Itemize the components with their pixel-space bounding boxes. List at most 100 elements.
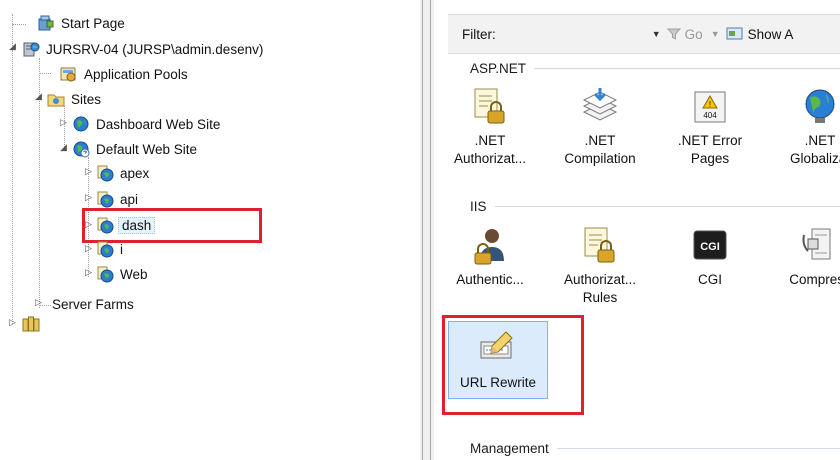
tree-connector: [12, 24, 26, 25]
feature-label: .NET: [474, 133, 506, 148]
group-header-iis: IIS: [470, 199, 840, 214]
cgi-icon: CGI: [690, 225, 730, 265]
tree-node-label: Server Farms: [52, 296, 134, 312]
feature-net-error-pages[interactable]: ! 404 .NET Error Pages: [660, 86, 760, 168]
filter-dropdown-arrow[interactable]: ▼: [652, 29, 661, 39]
filter-toolbar: Filter: ▼ Go ▼ Show A: [448, 14, 840, 54]
group-divider: [494, 206, 840, 207]
feature-label: .NET: [804, 133, 836, 148]
feature-label: Compress: [789, 272, 840, 287]
web-app-icon: [96, 190, 114, 208]
app-pools-icon: [60, 65, 78, 83]
show-all-icon: [726, 27, 744, 41]
feature-label: Globalizat: [789, 151, 840, 166]
user-lock-icon: [470, 225, 510, 265]
tree-node-sites[interactable]: Sites: [47, 88, 103, 110]
feature-label: CGI: [697, 272, 722, 287]
tree-node-dashboard-web-site[interactable]: Dashboard Web Site: [72, 113, 222, 135]
feature-label: Rules: [582, 290, 618, 305]
feature-authorization-rules[interactable]: Authorizat... Rules: [550, 225, 650, 307]
server-icon: [22, 40, 40, 58]
tree-node-api[interactable]: api: [96, 188, 140, 210]
connections-tree-pane: ◢ ◢ ▷ ◢ ▷ ▷ ▷ ▷ ▷ ▷ ▷ Start Page JURSRV-…: [0, 0, 420, 460]
collapse-twisty[interactable]: ◢: [8, 42, 17, 51]
feature-net-compilation[interactable]: .NET Compilation: [550, 86, 650, 168]
web-app-icon: [96, 265, 114, 283]
tree-node-start-page[interactable]: Start Page: [37, 12, 127, 34]
go-dropdown-arrow[interactable]: ▼: [711, 29, 720, 39]
web-app-icon: [96, 240, 114, 258]
feature-label: Authorizat...: [453, 151, 527, 166]
feature-net-globalization[interactable]: .NET Globalizat: [770, 86, 840, 168]
group-header-management: Management: [470, 441, 840, 456]
features-view-pane: Filter: ▼ Go ▼ Show A ASP.NET .NET Autho…: [434, 0, 840, 460]
filter-input[interactable]: [505, 23, 646, 45]
tree-node-server-farms[interactable]: Server Farms: [50, 293, 136, 315]
tree-node-i[interactable]: i: [96, 238, 125, 260]
group-title: Management: [470, 441, 549, 456]
svg-text:404: 404: [703, 111, 717, 120]
collapse-twisty[interactable]: ◢: [34, 92, 43, 101]
splitter-line: [422, 0, 423, 460]
feature-cgi[interactable]: CGI CGI: [660, 225, 760, 289]
go-label: Go: [684, 26, 703, 42]
go-button[interactable]: Go: [666, 26, 703, 42]
collapse-twisty[interactable]: ◢: [59, 143, 68, 152]
feature-label: Authentic...: [456, 272, 524, 287]
group-title: IIS: [470, 199, 487, 214]
feature-net-authorization[interactable]: .NET Authorizat...: [440, 86, 540, 168]
tree-node-server[interactable]: JURSRV-04 (JURSP\admin.desenv): [22, 38, 265, 60]
group-divider: [556, 448, 840, 449]
tree-node-application-pools[interactable]: Application Pools: [60, 63, 190, 85]
tree-node-label: Start Page: [61, 15, 125, 31]
tree-node-label: Application Pools: [84, 66, 188, 82]
feature-label: Pages: [690, 151, 730, 166]
error-404-icon: ! 404: [690, 86, 730, 126]
show-all-button[interactable]: Show A: [726, 26, 794, 42]
expand-twisty[interactable]: ▷: [84, 244, 93, 253]
globe-icon: [72, 115, 90, 133]
tree-connector: [12, 50, 13, 324]
splitter-line: [430, 0, 431, 460]
lock-document-icon: [470, 86, 510, 126]
show-all-label: Show A: [747, 26, 794, 42]
tree-node-label: Sites: [71, 91, 102, 107]
expand-twisty[interactable]: ▷: [59, 118, 68, 127]
feature-authentication[interactable]: Authentic...: [440, 225, 540, 289]
start-page-icon: [37, 14, 55, 32]
compilation-stack-icon: [580, 86, 620, 126]
expand-twisty[interactable]: ▷: [84, 193, 93, 202]
tree-node-farm[interactable]: [22, 313, 44, 335]
sites-folder-icon: [47, 90, 65, 108]
expand-twisty[interactable]: ▷: [84, 167, 93, 176]
lock-document-icon: [580, 225, 620, 265]
pane-splitter[interactable]: [420, 0, 434, 460]
tree-node-label: Web: [120, 266, 148, 282]
globe-icon: [800, 86, 840, 126]
feature-label: .NET: [584, 133, 616, 148]
tree-node-label: Default Web Site: [96, 141, 198, 157]
expand-twisty[interactable]: ▷: [34, 298, 43, 307]
tree-node-label: Dashboard Web Site: [96, 116, 221, 132]
filter-label: Filter:: [462, 26, 496, 42]
tree-node-label: apex: [120, 165, 150, 181]
tree-node-label: JURSRV-04 (JURSP\admin.desenv): [46, 41, 264, 57]
svg-text:CGI: CGI: [700, 241, 720, 253]
group-divider: [534, 68, 840, 69]
svg-text:!: !: [709, 100, 711, 109]
globe-icon: [72, 140, 90, 158]
tree-node-web[interactable]: Web: [96, 263, 150, 285]
web-app-icon: [96, 164, 114, 182]
tree-connector: [39, 73, 51, 74]
feature-label: Compilation: [564, 151, 636, 166]
tree-node-default-web-site[interactable]: Default Web Site: [72, 138, 199, 160]
expand-twisty[interactable]: ▷: [84, 268, 93, 277]
group-header-aspnet: ASP.NET: [470, 61, 840, 76]
expand-twisty[interactable]: ▷: [8, 318, 17, 327]
farm-icon: [22, 315, 40, 333]
feature-compression[interactable]: Compress: [770, 225, 840, 289]
compression-icon: [800, 225, 840, 265]
tree-node-apex[interactable]: apex: [96, 162, 151, 184]
tree-node-label: api: [120, 191, 139, 207]
tree-node-label: i: [120, 241, 123, 257]
